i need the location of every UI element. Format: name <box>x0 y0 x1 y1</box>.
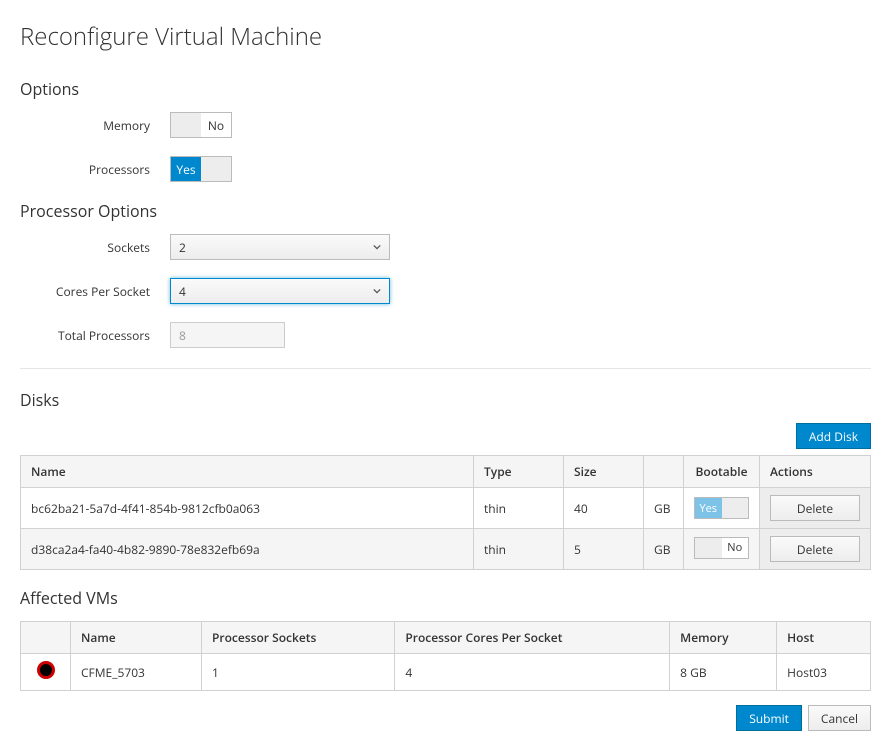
memory-row: Memory No <box>20 112 871 138</box>
memory-toggle-value: No <box>201 113 231 137</box>
disks-heading: Disks <box>20 389 871 411</box>
vm-sockets: 1 <box>202 654 395 691</box>
bootable-toggle[interactable]: Yes <box>694 497 749 519</box>
table-row: bc62ba21-5a7d-4f41-854b-9812cfb0a063 thi… <box>21 488 871 529</box>
processors-row: Processors Yes <box>20 156 871 182</box>
bootable-value: Yes <box>695 498 722 518</box>
vm-os-icon <box>37 661 55 679</box>
add-disk-button[interactable]: Add Disk <box>796 423 871 449</box>
col-name: Name <box>71 622 202 654</box>
disk-size: 5 <box>564 529 644 570</box>
disk-type: thin <box>474 488 564 529</box>
col-bootable: Bootable <box>684 456 760 488</box>
total-processors-field: 8 <box>170 322 285 348</box>
col-name: Name <box>21 456 474 488</box>
col-host: Host <box>777 622 871 654</box>
delete-disk-button[interactable]: Delete <box>770 536 860 562</box>
disk-unit: GB <box>644 529 684 570</box>
col-type: Type <box>474 456 564 488</box>
sockets-value: 2 <box>179 239 186 256</box>
submit-button[interactable]: Submit <box>736 705 802 731</box>
col-cores: Processor Cores Per Socket <box>395 622 670 654</box>
col-memory: Memory <box>670 622 777 654</box>
processor-options-heading: Processor Options <box>20 200 871 222</box>
col-actions: Actions <box>760 456 871 488</box>
vm-memory: 8 GB <box>670 654 777 691</box>
col-icon <box>21 622 71 654</box>
options-heading: Options <box>20 78 871 100</box>
affected-table: Name Processor Sockets Processor Cores P… <box>20 621 871 691</box>
bootable-value: No <box>722 538 749 558</box>
bootable-toggle[interactable]: No <box>694 537 749 559</box>
disk-name: d38ca2a4-fa40-4b82-9890-78e832efb69a <box>21 529 474 570</box>
total-label: Total Processors <box>20 327 170 344</box>
processors-label: Processors <box>20 161 170 178</box>
page-title: Reconfigure Virtual Machine <box>20 20 871 53</box>
cores-value: 4 <box>179 283 186 300</box>
divider <box>20 368 871 369</box>
vm-name: CFME_5703 <box>71 654 202 691</box>
chevron-down-icon <box>373 243 381 251</box>
total-row: Total Processors 8 <box>20 322 871 348</box>
cores-select[interactable]: 4 <box>170 278 390 304</box>
table-row: CFME_5703 1 4 8 GB Host03 <box>21 654 871 691</box>
col-size: Size <box>564 456 644 488</box>
sockets-select[interactable]: 2 <box>170 234 390 260</box>
cores-label: Cores Per Socket <box>20 283 170 300</box>
delete-disk-button[interactable]: Delete <box>770 495 860 521</box>
chevron-down-icon <box>373 287 381 295</box>
col-sockets: Processor Sockets <box>202 622 395 654</box>
total-value: 8 <box>179 327 186 344</box>
disks-table: Name Type Size Bootable Actions bc62ba21… <box>20 455 871 570</box>
col-unit <box>644 456 684 488</box>
sockets-label: Sockets <box>20 239 170 256</box>
processors-toggle[interactable]: Yes <box>170 156 232 182</box>
memory-label: Memory <box>20 117 170 134</box>
cancel-button[interactable]: Cancel <box>808 705 871 731</box>
disk-type: thin <box>474 529 564 570</box>
disk-size: 40 <box>564 488 644 529</box>
affected-heading: Affected VMs <box>20 587 871 609</box>
vm-host: Host03 <box>777 654 871 691</box>
cores-row: Cores Per Socket 4 <box>20 278 871 304</box>
table-row: d38ca2a4-fa40-4b82-9890-78e832efb69a thi… <box>21 529 871 570</box>
sockets-row: Sockets 2 <box>20 234 871 260</box>
disk-name: bc62ba21-5a7d-4f41-854b-9812cfb0a063 <box>21 488 474 529</box>
processors-toggle-value: Yes <box>171 157 201 181</box>
memory-toggle[interactable]: No <box>170 112 232 138</box>
vm-cores: 4 <box>395 654 670 691</box>
disk-unit: GB <box>644 488 684 529</box>
